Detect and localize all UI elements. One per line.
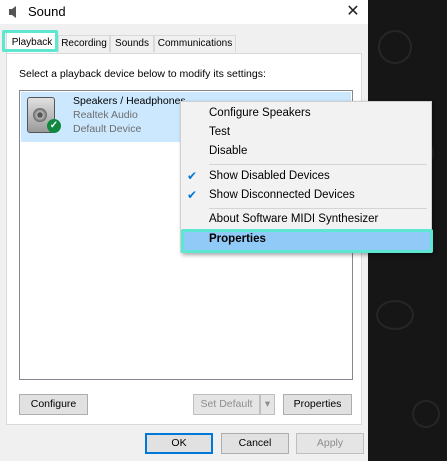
menu-item-configure-speakers[interactable]: Configure Speakers: [209, 107, 311, 119]
checkmark-icon: ✔: [187, 188, 198, 202]
tab-recording[interactable]: Recording: [58, 35, 110, 52]
tab-communications[interactable]: Communications: [154, 35, 236, 52]
window-title: Sound: [28, 4, 66, 19]
cancel-button[interactable]: Cancel: [221, 433, 289, 454]
menu-item-disable[interactable]: Disable: [209, 145, 247, 157]
speaker-app-icon: [9, 6, 16, 18]
configure-button[interactable]: Configure: [19, 394, 88, 415]
set-default-button[interactable]: Set Default: [193, 394, 260, 415]
set-default-dropdown[interactable]: ▾: [260, 394, 275, 415]
tab-sounds[interactable]: Sounds: [110, 35, 154, 52]
chevron-down-icon: ▾: [264, 398, 271, 410]
device-status: Default Device: [73, 123, 142, 135]
checkmark-icon: ✔: [187, 169, 198, 183]
menu-separator: [209, 208, 427, 209]
device-driver: Realtek Audio: [73, 109, 138, 121]
apply-button[interactable]: Apply: [296, 433, 364, 454]
properties-highlight: [181, 229, 433, 253]
menu-item-show-disabled[interactable]: Show Disabled Devices: [209, 170, 330, 182]
menu-item-test[interactable]: Test: [209, 126, 230, 138]
menu-separator: [209, 164, 427, 165]
close-button[interactable]: ✕: [338, 0, 368, 24]
close-icon: ✕: [346, 3, 360, 20]
ok-button[interactable]: OK: [145, 433, 213, 454]
instruction-text: Select a playback device below to modify…: [19, 68, 266, 80]
title-bar: Sound ✕: [0, 0, 368, 24]
menu-item-show-disconnected[interactable]: Show Disconnected Devices: [209, 189, 355, 201]
background-doodle: [412, 400, 440, 428]
playback-tab-highlight: [2, 30, 58, 52]
menu-item-about-midi[interactable]: About Software MIDI Synthesizer: [209, 213, 378, 225]
properties-button[interactable]: Properties: [283, 394, 352, 415]
background-doodle: [378, 30, 412, 64]
checkmark-icon: ✓: [47, 119, 61, 133]
background-doodle: [376, 300, 414, 330]
device-name: Speakers / Headphones: [73, 95, 186, 107]
